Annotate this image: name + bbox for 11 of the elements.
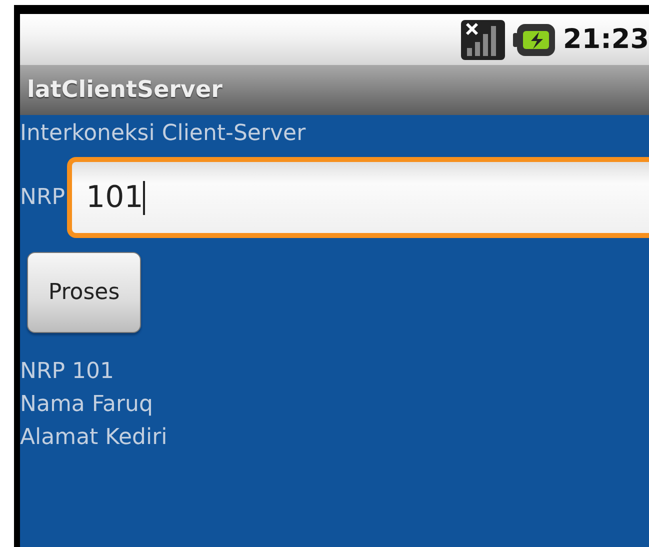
heading-text: Interkoneksi Client-Server <box>20 120 307 148</box>
result-text: Nama Faruq <box>20 391 154 419</box>
clock-time: 21:23 <box>563 24 649 55</box>
battery-charging-icon <box>513 24 556 56</box>
no-signal-icon <box>461 20 506 60</box>
app-title: latClientServer <box>27 77 222 103</box>
result-text: NRP 101 <box>20 358 115 386</box>
process-button[interactable]: Proses <box>27 252 141 333</box>
result-text: Alamat Kediri <box>20 424 168 452</box>
field-label: NRP <box>20 185 66 210</box>
nrp-input-field[interactable]: 101 <box>67 157 649 238</box>
